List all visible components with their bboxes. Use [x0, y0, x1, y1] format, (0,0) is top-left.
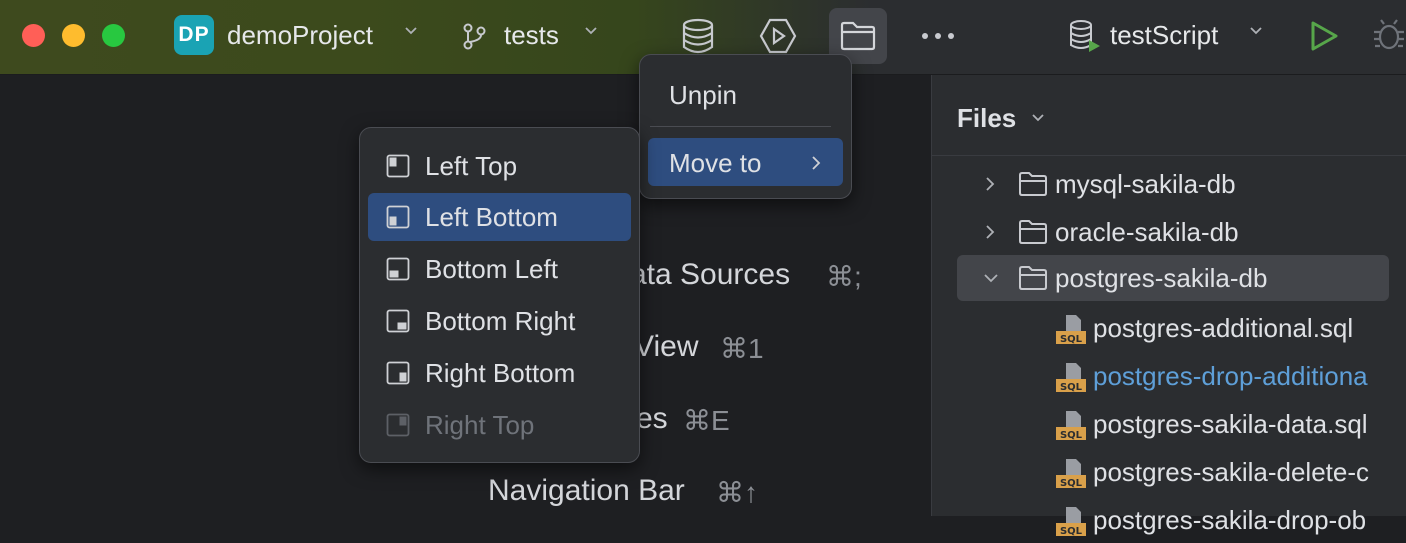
- menu-item-unpin[interactable]: Unpin: [669, 80, 737, 111]
- tool-window-context-menu: Unpin Move to: [639, 54, 852, 199]
- divider: [932, 155, 1406, 156]
- left-top-layout-icon: [386, 154, 410, 178]
- menu-item-label: Right Bottom: [425, 358, 576, 388]
- hint-label: View: [634, 330, 699, 363]
- project-name[interactable]: demoProject: [227, 20, 373, 51]
- hint-shortcut: ⌘1: [720, 333, 764, 364]
- chevron-down-icon[interactable]: [1031, 111, 1045, 125]
- move-to-submenu: Left Top Left Bottom Bottom Left Bottom …: [359, 127, 640, 463]
- menu-item-label: Bottom Left: [425, 254, 558, 284]
- svg-text:SQL: SQL: [1060, 478, 1083, 489]
- debug-icon[interactable]: [1372, 18, 1406, 52]
- sql-script-icon: [1070, 20, 1100, 52]
- hint-label: ata Sources: [630, 258, 791, 291]
- folder-icon: [1019, 220, 1047, 244]
- tree-item-label: oracle-sakila-db: [1055, 217, 1239, 247]
- branch-icon: [463, 23, 486, 50]
- right-top-layout-icon: [386, 413, 410, 437]
- tree-item-label: postgres-drop-additiona: [1093, 361, 1368, 391]
- chevron-down-icon[interactable]: [983, 272, 999, 284]
- menu-item-bottom-left[interactable]: Bottom Left: [368, 245, 631, 293]
- tree-file-row[interactable]: SQL postgres-sakila-data.sql: [932, 401, 1406, 447]
- menu-item-label: Left Top: [425, 151, 518, 181]
- svg-text:SQL: SQL: [1060, 334, 1083, 345]
- tree-folder-row[interactable]: oracle-sakila-db: [932, 209, 1406, 255]
- sql-file-icon: SQL: [1056, 459, 1086, 489]
- hint-shortcut: ⌘E: [683, 405, 730, 436]
- files-panel-title[interactable]: Files: [957, 103, 1045, 134]
- close-window-button[interactable]: [22, 24, 45, 47]
- tree-item-label: postgres-sakila-delete-c: [1093, 457, 1370, 487]
- menu-item-left-bottom[interactable]: Left Bottom: [368, 193, 631, 241]
- bottom-right-layout-icon: [386, 309, 410, 333]
- tree-file-row[interactable]: SQL postgres-sakila-drop-ob: [932, 497, 1406, 543]
- tree-item-label: postgres-sakila-drop-ob: [1093, 505, 1367, 535]
- branch-name[interactable]: tests: [504, 20, 559, 51]
- left-bottom-layout-icon: [386, 205, 410, 229]
- svg-text:SQL: SQL: [1060, 526, 1083, 537]
- tree-file-row[interactable]: SQL postgres-drop-additiona: [932, 353, 1406, 399]
- run-icon[interactable]: [1309, 20, 1339, 52]
- chevron-down-icon[interactable]: [584, 24, 598, 38]
- tree-item-label: postgres-sakila-db: [1055, 263, 1268, 293]
- project-badge[interactable]: DP: [174, 15, 214, 55]
- bottom-left-layout-icon: [386, 257, 410, 281]
- menu-item-label: Bottom Right: [425, 306, 576, 336]
- tree-item-label: postgres-sakila-data.sql: [1093, 409, 1368, 439]
- sql-file-icon: SQL: [1056, 363, 1086, 393]
- chevron-right-icon: [812, 156, 821, 170]
- chevron-right-icon[interactable]: [984, 176, 996, 192]
- hint-shortcut: ⌘;: [826, 261, 862, 292]
- chevron-down-icon[interactable]: [404, 24, 418, 38]
- minimize-window-button[interactable]: [62, 24, 85, 47]
- chevron-down-icon[interactable]: [1249, 24, 1263, 38]
- svg-text:SQL: SQL: [1060, 430, 1083, 441]
- menu-item-label: Move to: [669, 148, 762, 178]
- menu-item-right-bottom[interactable]: Right Bottom: [368, 349, 631, 397]
- files-title-label: Files: [957, 103, 1017, 133]
- folder-icon: [1019, 266, 1047, 290]
- chevron-right-icon[interactable]: [984, 224, 996, 240]
- tree-folder-row-selected[interactable]: postgres-sakila-db: [957, 255, 1389, 301]
- menu-item-bottom-right[interactable]: Bottom Right: [368, 297, 631, 345]
- more-icon[interactable]: [909, 8, 967, 64]
- sql-file-icon: SQL: [1056, 411, 1086, 441]
- tree-folder-row[interactable]: mysql-sakila-db: [932, 161, 1406, 207]
- sql-file-icon: SQL: [1056, 507, 1086, 537]
- folder-icon: [1019, 172, 1047, 196]
- run-config-name[interactable]: testScript: [1110, 20, 1218, 51]
- menu-item-move-to[interactable]: Move to: [648, 138, 843, 186]
- hint-label: es: [636, 402, 668, 435]
- sql-file-icon: SQL: [1056, 315, 1086, 345]
- hint-shortcut: ⌘↑: [716, 477, 758, 508]
- menu-item-right-top: Right Top: [368, 401, 631, 449]
- zoom-window-button[interactable]: [102, 24, 125, 47]
- tree-file-row[interactable]: SQL postgres-additional.sql: [932, 305, 1406, 351]
- hint-label: Navigation Bar: [488, 474, 685, 507]
- menu-item-label: Right Top: [425, 410, 535, 440]
- right-bottom-layout-icon: [386, 361, 410, 385]
- files-tool-window: Files mysql-sakila-db oracle-sakila-db p…: [931, 75, 1406, 537]
- tree-item-label: postgres-additional.sql: [1093, 313, 1354, 343]
- menu-item-label: Left Bottom: [425, 202, 558, 232]
- tree-file-row[interactable]: SQL postgres-sakila-delete-c: [932, 449, 1406, 495]
- svg-text:SQL: SQL: [1060, 382, 1083, 393]
- tree-item-label: mysql-sakila-db: [1055, 169, 1236, 199]
- divider: [650, 126, 831, 127]
- menu-item-left-top[interactable]: Left Top: [368, 142, 631, 190]
